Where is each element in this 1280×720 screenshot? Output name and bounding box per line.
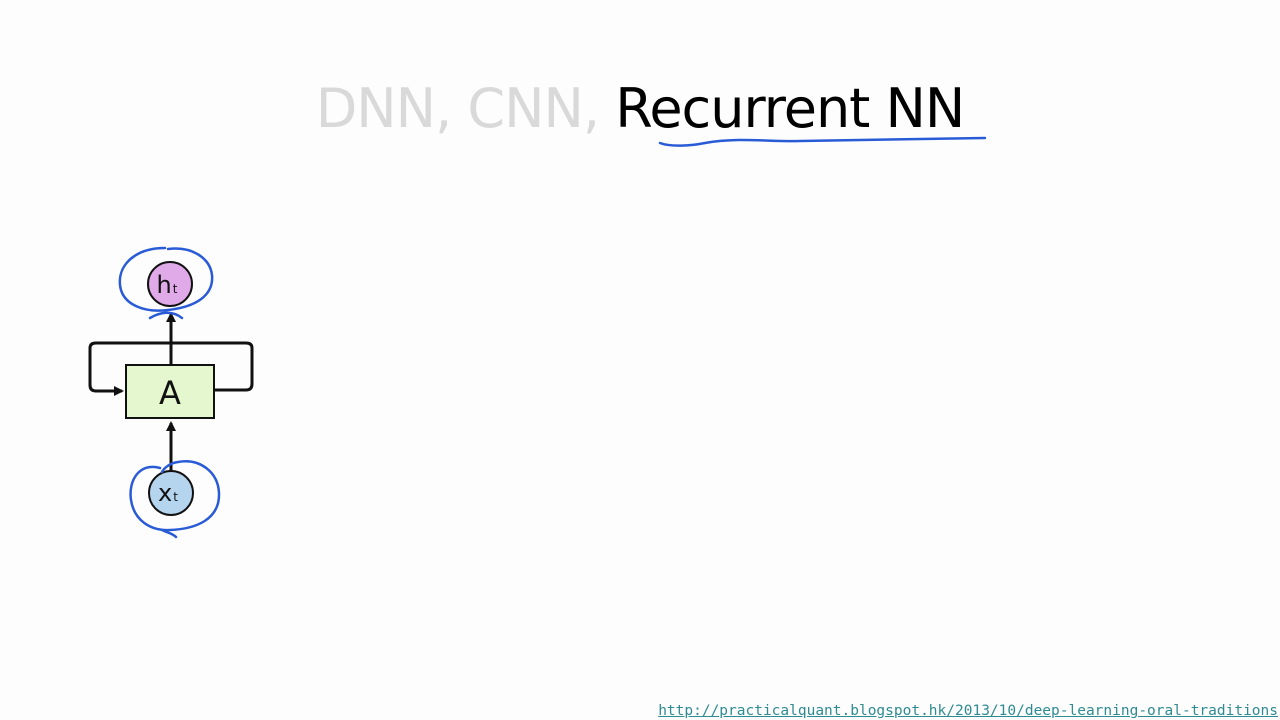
input-node-subscript: t xyxy=(173,490,178,504)
title-underline-annotation xyxy=(658,136,987,147)
rnn-diagram: A ht xt xyxy=(88,136,987,539)
output-node-subscript: t xyxy=(173,282,178,296)
output-node-letter: h xyxy=(157,271,172,299)
slide: DNN, CNN, Recurrent NN A ht xt http://pr… xyxy=(0,0,1280,720)
input-node-letter: x xyxy=(158,479,172,507)
source-link[interactable]: http://practicalquant.blogspot.hk/2013/1… xyxy=(658,703,1278,719)
rnn-cell-label: A xyxy=(159,374,181,412)
